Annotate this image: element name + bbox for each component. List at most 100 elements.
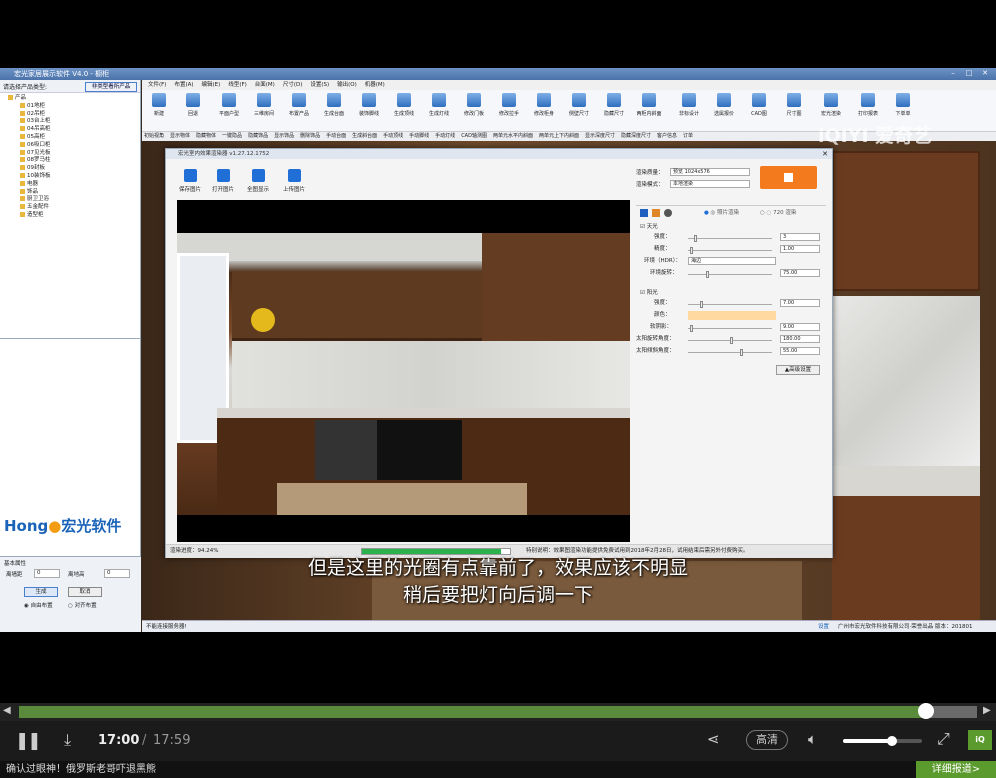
tool-edit-door[interactable]: 修改门板 bbox=[459, 93, 489, 117]
tree-item[interactable]: 厨卫卫浴 bbox=[8, 196, 140, 204]
seek-bar[interactable]: ◀ ▶ bbox=[0, 703, 996, 721]
soft-shadow-slider[interactable] bbox=[688, 325, 772, 332]
quality-select[interactable]: 预览 1024x576 bbox=[670, 168, 750, 176]
tool-topline[interactable]: 生成顶线 bbox=[389, 93, 419, 117]
tree-root[interactable]: 产品 bbox=[8, 95, 140, 103]
iqiyi-logo-icon[interactable]: iQ bbox=[968, 730, 992, 750]
menu-settings[interactable]: 设置(S) bbox=[310, 82, 329, 88]
ticker-text[interactable]: 确认过眼神！俄罗斯老哥吓退黑熊 bbox=[6, 764, 156, 775]
tool2-item[interactable]: 隐藏深度尺寸 bbox=[621, 133, 651, 139]
menu-layout[interactable]: 布置(A) bbox=[174, 82, 193, 88]
tool-print-report[interactable]: 打印报表 bbox=[853, 93, 883, 117]
tool2-item[interactable]: 手动灯线 bbox=[435, 133, 455, 139]
menu-dimension[interactable]: 尺寸(D) bbox=[283, 82, 303, 88]
tool2-item[interactable]: 手动脚线 bbox=[409, 133, 429, 139]
tree-item[interactable]: 五金配件 bbox=[8, 204, 140, 212]
menu-machine[interactable]: 机器(M) bbox=[365, 82, 385, 88]
tool-bevel[interactable]: 两柜内斜面 bbox=[634, 93, 664, 117]
tool-dim-drawing[interactable]: 尺寸图 bbox=[779, 93, 809, 117]
sun-rotation-slider[interactable] bbox=[688, 337, 772, 344]
tool2-item[interactable]: 删除饰品 bbox=[300, 133, 320, 139]
sun-intensity-slider[interactable] bbox=[688, 301, 772, 308]
tool-render[interactable]: 宏光渲染 bbox=[816, 93, 846, 117]
menu-edit[interactable]: 编辑(E) bbox=[202, 82, 221, 88]
soft-shadow-input[interactable]: 9.00 bbox=[780, 323, 820, 331]
mode-select[interactable]: 本地渲染 bbox=[670, 180, 750, 188]
sunlight-checkbox[interactable]: ☑ 阳光 bbox=[640, 289, 658, 298]
tool2-item[interactable]: 两单元水平内斜面 bbox=[493, 133, 533, 139]
tool2-item[interactable]: 初始视角 bbox=[144, 133, 164, 139]
load-settings-icon[interactable] bbox=[652, 209, 660, 217]
tool2-item[interactable]: 显示饰品 bbox=[274, 133, 294, 139]
close-icon[interactable]: ✕ bbox=[980, 69, 990, 78]
advanced-settings-button[interactable]: ▲高级设置 bbox=[776, 365, 820, 375]
photo-render-radio[interactable]: ● ◎ 照片渲染 bbox=[704, 209, 739, 218]
slider-knob[interactable] bbox=[740, 349, 743, 356]
filter-products-button[interactable]: 非类型看所产品 bbox=[85, 82, 137, 92]
tool-order[interactable]: 下单单 bbox=[888, 93, 918, 117]
download-icon[interactable]: ⤓ bbox=[64, 730, 71, 750]
menu-linetype[interactable]: 线型(F) bbox=[228, 82, 246, 88]
start-render-button[interactable] bbox=[760, 166, 817, 189]
prev-icon[interactable]: ◀ bbox=[3, 705, 11, 716]
minimize-icon[interactable]: – bbox=[948, 69, 958, 78]
sun-tilt-input[interactable]: 55.00 bbox=[780, 347, 820, 355]
next-icon[interactable]: ▶ bbox=[983, 705, 991, 716]
detail-report-button[interactable]: 详细报道> bbox=[916, 761, 996, 778]
sky-intensity-slider[interactable] bbox=[688, 235, 772, 242]
tool2-item[interactable]: 生成斜台面 bbox=[352, 133, 377, 139]
quality-button[interactable]: 高清 bbox=[746, 730, 788, 750]
tool-place-product[interactable]: 布置产品 bbox=[284, 93, 314, 117]
tool-3d-room[interactable]: 三维房间 bbox=[249, 93, 279, 117]
tool2-item[interactable]: 隐藏饰品 bbox=[248, 133, 268, 139]
sky-brightness-slider[interactable] bbox=[688, 247, 772, 254]
sun-color-swatch[interactable] bbox=[688, 311, 776, 320]
sky-brightness-input[interactable]: 1.00 bbox=[780, 245, 820, 253]
seek-track[interactable] bbox=[19, 706, 977, 718]
tool2-item[interactable]: 两单元上下内斜面 bbox=[539, 133, 579, 139]
tool-floorplan[interactable]: 平面户型 bbox=[214, 93, 244, 117]
tool2-item[interactable]: CAD轴测图 bbox=[461, 133, 487, 139]
tool2-item[interactable]: 订单 bbox=[683, 133, 693, 139]
tree-item[interactable]: 09封板 bbox=[8, 165, 140, 173]
tool2-item[interactable]: 显示深度尺寸 bbox=[585, 133, 615, 139]
menu-countertop[interactable]: 台面(M) bbox=[255, 82, 275, 88]
pause-icon[interactable]: ❚❚ bbox=[15, 731, 41, 751]
tool-custom-design[interactable]: 非标设计 bbox=[674, 93, 704, 117]
env-hdr-select[interactable]: 海边 bbox=[688, 257, 776, 265]
tree-item[interactable]: 电器 bbox=[8, 180, 140, 189]
tool2-item[interactable]: 客户信息 bbox=[657, 133, 677, 139]
tool2-item[interactable]: 手动顶线 bbox=[383, 133, 403, 139]
tool2-item[interactable]: 手动台面 bbox=[326, 133, 346, 139]
tool-side-dim[interactable]: 侧壁尺寸 bbox=[564, 93, 594, 117]
slider-knob[interactable] bbox=[690, 247, 693, 254]
sun-tilt-slider[interactable] bbox=[688, 349, 772, 356]
vr-render-radio[interactable]: ○ ◌ 720 渲染 bbox=[760, 209, 796, 218]
tree-item[interactable]: 造型柜 bbox=[8, 211, 140, 220]
volume-handle[interactable] bbox=[886, 736, 897, 746]
sun-rotation-input[interactable]: 180.00 bbox=[780, 335, 820, 343]
tree-item[interactable]: 05高柜 bbox=[8, 133, 140, 142]
tool-edit-body[interactable]: 修改柜身 bbox=[529, 93, 559, 117]
save-settings-icon[interactable] bbox=[640, 209, 648, 217]
tool-countertop[interactable]: 生成台面 bbox=[319, 93, 349, 117]
tool-quote[interactable]: 选属报价 bbox=[709, 93, 739, 117]
upload-image-button[interactable]: 上传图片 bbox=[279, 169, 309, 193]
sky-intensity-input[interactable]: 3 bbox=[780, 233, 820, 241]
tool-hide-dim[interactable]: 隐藏尺寸 bbox=[599, 93, 629, 117]
tree-item[interactable]: 04吊高柜 bbox=[8, 126, 140, 134]
tool-edit-handle[interactable]: 修改拉手 bbox=[494, 93, 524, 117]
volume-icon[interactable]: 🔈︎ bbox=[808, 730, 817, 748]
dialog-close-icon[interactable]: ✕ bbox=[822, 150, 828, 158]
tree-item[interactable]: 06吸口柜 bbox=[8, 141, 140, 150]
env-rotation-slider[interactable] bbox=[688, 271, 772, 278]
slider-knob[interactable] bbox=[694, 235, 697, 242]
slider-knob[interactable] bbox=[700, 301, 703, 308]
save-image-button[interactable]: 保存图片 bbox=[175, 169, 205, 193]
maximize-icon[interactable]: □ bbox=[964, 69, 974, 78]
slider-knob[interactable] bbox=[730, 337, 733, 344]
menu-file[interactable]: 文件(F) bbox=[148, 82, 166, 88]
skylight-checkbox[interactable]: ☑ 天光 bbox=[640, 223, 658, 232]
sun-intensity-input[interactable]: 7.00 bbox=[780, 299, 820, 307]
slider-knob[interactable] bbox=[706, 271, 709, 278]
